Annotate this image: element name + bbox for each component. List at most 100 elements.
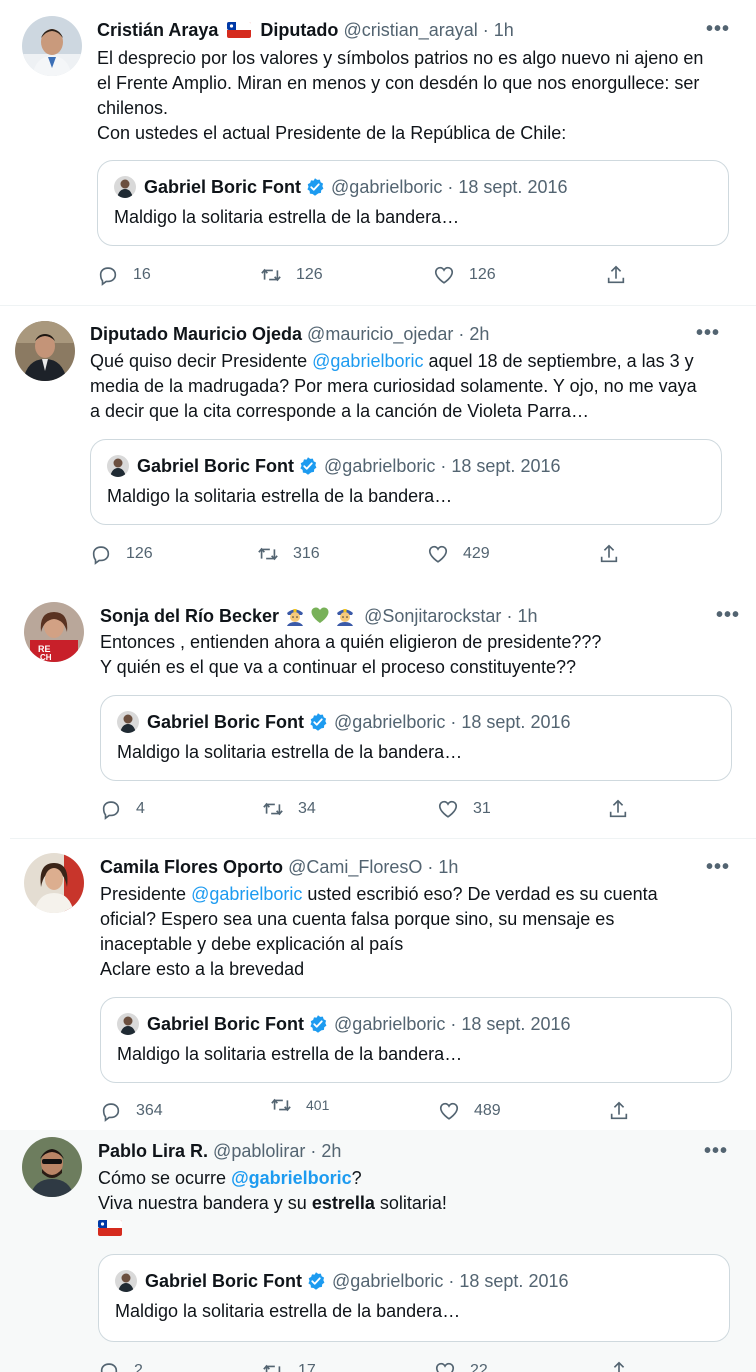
quoted-text: Maldigo la solitaria estrella de la band…	[114, 207, 460, 227]
quoted-avatar	[117, 711, 139, 733]
like-count: 31	[473, 800, 491, 817]
like-button[interactable]: 22	[434, 1360, 488, 1372]
author-name[interactable]: Cristián Araya	[97, 20, 218, 40]
reply-button[interactable]: 16	[97, 264, 151, 286]
text-segment: Presidente	[100, 884, 192, 904]
share-button[interactable]	[598, 543, 634, 565]
quoted-tweet[interactable]: Gabriel Boric Font @gabrielboric · 18 se…	[90, 439, 722, 525]
tweet-text-line: inaceptable y debe explicación al país	[100, 934, 404, 954]
share-button[interactable]	[608, 1360, 644, 1372]
retweet-button[interactable]: 401	[270, 1094, 329, 1116]
author-handle[interactable]: @Cami_FloresO	[288, 857, 422, 877]
mention-link[interactable]: @gabrielboric	[312, 351, 423, 371]
quoted-header: Gabriel Boric Font @gabrielboric · 18 se…	[115, 1269, 568, 1293]
quoted-tweet[interactable]: Gabriel Boric Font @gabrielboric · 18 se…	[98, 1254, 730, 1342]
quoted-avatar	[107, 455, 129, 477]
reply-button[interactable]: 4	[100, 798, 145, 820]
author-handle[interactable]: @Sonjitarockstar	[364, 606, 501, 626]
retweet-icon	[271, 1098, 291, 1112]
mention-link[interactable]: @gabrielboric	[191, 884, 302, 904]
author-handle[interactable]: @mauricio_ojedar	[307, 324, 453, 344]
more-icon[interactable]: •••	[716, 604, 740, 627]
share-icon	[600, 544, 618, 563]
quoted-tweet[interactable]: Gabriel Boric Font @gabrielboric · 18 se…	[97, 160, 729, 246]
verified-badge-icon	[298, 456, 318, 476]
tweet-sonja-del-rio[interactable]: RE CH Sonja del Río Becker @Sonjitarockst…	[10, 588, 756, 834]
retweet-button[interactable]: 34	[262, 798, 316, 820]
tweet-text-line: a decir que la cita corresponde a la can…	[90, 401, 589, 421]
tweet-pablo-lira[interactable]: Pablo Lira R. @pablolirar · 2h ••• Cómo …	[0, 1130, 756, 1372]
more-icon[interactable]: •••	[704, 1140, 728, 1163]
avatar[interactable]	[24, 853, 84, 913]
like-count: 126	[469, 266, 496, 283]
more-icon[interactable]: •••	[706, 18, 730, 41]
quoted-tweet[interactable]: Gabriel Boric Font @gabrielboric · 18 se…	[100, 997, 732, 1083]
quoted-author-handle: @gabrielboric	[334, 1014, 446, 1034]
chile-flag-icon	[227, 22, 252, 38]
author-name[interactable]: Pablo Lira R.	[98, 1141, 208, 1161]
tweet-text-line: Viva nuestra bandera y su estrella solit…	[98, 1191, 447, 1216]
text-segment: usted escribió eso? De verdad es su cuen…	[302, 884, 658, 904]
retweet-count: 316	[293, 545, 320, 562]
share-button[interactable]	[607, 798, 643, 820]
like-button[interactable]: 31	[437, 798, 491, 820]
tweet-timestamp[interactable]: 1h	[517, 606, 537, 626]
quoted-tweet[interactable]: Gabriel Boric Font @gabrielboric · 18 se…	[100, 695, 732, 781]
author-name[interactable]: Camila Flores Oporto	[100, 857, 283, 877]
tweet-timestamp[interactable]: 2h	[321, 1141, 341, 1161]
quoted-author-handle: @gabrielboric	[331, 177, 443, 197]
more-icon[interactable]: •••	[696, 322, 720, 345]
tweet-text-line: el Frente Amplio. Miran en menos y con d…	[97, 73, 700, 93]
like-count: 489	[474, 1102, 501, 1119]
tweet-camila-flores[interactable]: Camila Flores Oporto @Cami_FloresO · 1h …	[0, 840, 756, 1130]
author-name[interactable]: Sonja del Río Becker	[100, 606, 279, 626]
reply-button[interactable]: 2	[98, 1360, 143, 1372]
like-icon	[428, 545, 448, 563]
avatar[interactable]: RE CH	[24, 602, 84, 662]
share-button[interactable]	[608, 1100, 644, 1122]
quoted-author-name: Gabriel Boric Font	[147, 1014, 305, 1034]
text-segment: Viva nuestra bandera y su	[98, 1193, 312, 1213]
mention-link[interactable]: @gabrielboric	[231, 1168, 352, 1188]
tweet-header: Sonja del Río Becker @Sonjitarockstar · …	[100, 604, 537, 627]
tweet-timestamp[interactable]: 1h	[438, 857, 458, 877]
reply-button[interactable]: 364	[100, 1100, 163, 1122]
quoted-avatar	[115, 1270, 137, 1292]
retweet-icon	[263, 802, 283, 816]
like-button[interactable]: 429	[427, 543, 490, 565]
reply-count: 2	[134, 1362, 143, 1372]
tweet-header: Pablo Lira R. @pablolirar · 2h	[98, 1140, 341, 1162]
tweet-timestamp[interactable]: 2h	[469, 324, 489, 344]
tweet-header: Camila Flores Oporto @Cami_FloresO · 1h	[100, 856, 458, 878]
like-button[interactable]: 126	[433, 264, 496, 286]
tweet-actions: 126 316 429	[90, 543, 650, 569]
retweet-button[interactable]: 316	[257, 543, 320, 565]
tweet-timestamp[interactable]: 1h	[494, 20, 514, 40]
avatar[interactable]	[15, 321, 75, 381]
reply-button[interactable]: 126	[90, 543, 153, 565]
tweet-text-line: Con ustedes el actual Presidente de la R…	[97, 123, 567, 143]
more-icon[interactable]: •••	[706, 856, 730, 879]
author-name[interactable]: Diputado Mauricio Ojeda	[90, 324, 302, 344]
avatar[interactable]	[22, 1137, 82, 1197]
retweet-button[interactable]: 126	[260, 264, 323, 286]
reply-count: 364	[136, 1102, 163, 1119]
quoted-timestamp: 18 sept. 2016	[461, 1014, 571, 1034]
quoted-text: Maldigo la solitaria estrella de la band…	[107, 486, 453, 506]
like-icon	[434, 266, 454, 284]
author-handle[interactable]: @pablolirar	[213, 1141, 305, 1161]
tweet-mauricio-ojeda[interactable]: Diputado Mauricio Ojeda @mauricio_ojedar…	[0, 306, 756, 582]
share-icon	[609, 799, 627, 818]
avatar[interactable]	[22, 16, 82, 76]
tweet-text: Cómo se ocurre @gabrielboric? Viva nuest…	[98, 1166, 447, 1241]
author-handle[interactable]: @cristian_arayal	[343, 20, 477, 40]
tweet-cristian-araya[interactable]: Cristián Araya Diputado @cristian_arayal…	[0, 0, 756, 304]
tweet-actions: 364 401 489	[100, 1097, 660, 1126]
quoted-author-handle: @gabrielboric	[332, 1271, 444, 1291]
tweet-actions: 2 17 22	[98, 1360, 658, 1372]
retweet-button[interactable]: 17	[262, 1360, 316, 1372]
share-button[interactable]	[605, 264, 641, 286]
like-button[interactable]: 489	[438, 1100, 501, 1122]
quoted-author-name: Gabriel Boric Font	[137, 456, 295, 476]
text-segment: Cómo se ocurre	[98, 1168, 232, 1188]
